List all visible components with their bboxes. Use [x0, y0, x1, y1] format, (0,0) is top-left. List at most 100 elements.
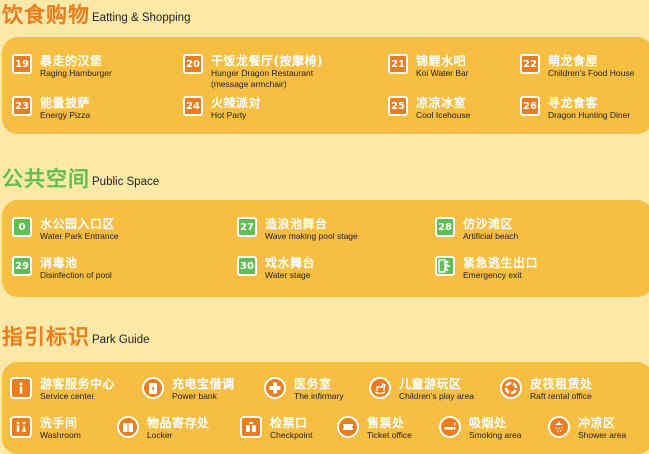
- number-badge: 20: [183, 54, 203, 74]
- dining-item-24[interactable]: 24 火辣派对 Hot Party: [183, 96, 261, 121]
- item-name-cn: 仿沙滩区: [463, 217, 514, 231]
- guide-section-title: 指引标识 Park Guide: [2, 325, 150, 349]
- item-name-en: Wave making pool stage: [265, 231, 358, 241]
- item-name-en: Checkpoint: [270, 430, 313, 440]
- public-item-27[interactable]: 27 造浪池舞台 Wave making pool stage: [237, 217, 358, 242]
- item-name-en: Washroom: [40, 430, 81, 440]
- guide-item-shower-area[interactable]: 冲凉区 Shower area: [548, 416, 626, 441]
- item-name-en: Ticket office: [367, 430, 412, 440]
- item-name-en: Children’s Food House: [548, 68, 635, 78]
- number-badge: 25: [388, 96, 408, 116]
- guide-title-cn: 指引标识: [2, 325, 90, 349]
- number-badge: 0: [12, 217, 32, 237]
- number-badge: 26: [520, 96, 540, 116]
- item-name-cn: 吸烟处: [469, 416, 507, 430]
- item-name-cn: 医务室: [294, 377, 332, 391]
- shower-icon: [548, 416, 570, 438]
- item-name-cn: 锦鲤水吧: [416, 54, 467, 68]
- first-aid-icon: [264, 377, 286, 399]
- item-name-en: Locker: [147, 430, 173, 440]
- item-name-cn: 物品寄存处: [147, 416, 210, 430]
- item-name-en: Energy Pizza: [40, 110, 91, 120]
- item-name-cn: 皮筏租赁处: [530, 377, 593, 391]
- item-name-cn: 萌龙食屋: [548, 54, 599, 68]
- item-name-en: Water stage: [265, 270, 311, 280]
- item-name-cn: 水公园入口区: [40, 217, 116, 231]
- public-item-0[interactable]: 0 水公园入口区 Water Park Entrance: [12, 217, 119, 242]
- guide-item-locker[interactable]: 物品寄存处 Locker: [117, 416, 210, 441]
- public-item-28[interactable]: 28 仿沙滩区 Artificial beach: [435, 217, 518, 242]
- item-name-en: Raft rental office: [530, 391, 592, 401]
- guide-item-infirmary[interactable]: 医务室 The infirmary: [264, 377, 344, 402]
- dining-item-19[interactable]: 19 暴走的汉堡 Raging Hamburger: [12, 54, 112, 79]
- number-badge: 28: [435, 217, 455, 237]
- item-name-en: Power bank: [172, 391, 217, 401]
- guide-item-checkpoint[interactable]: 检票口 Checkpoint: [240, 416, 313, 441]
- number-badge: 27: [237, 217, 257, 237]
- dining-section-title: 饮食购物 Eatting & Shopping: [2, 3, 190, 27]
- item-name-cn: 消毒池: [40, 256, 78, 270]
- washroom-icon: [10, 416, 32, 438]
- dining-item-20[interactable]: 20 干饭龙餐厅(按摩椅) Hunger Dragon Restaurant (me…: [183, 54, 323, 90]
- item-name-cn: 干饭龙餐厅(按摩椅): [211, 54, 323, 68]
- item-name-en: Hunger Dragon Restaurant: [211, 68, 314, 78]
- number-badge: 23: [12, 96, 32, 116]
- dining-title-cn: 饮食购物: [2, 3, 90, 27]
- number-badge: 19: [12, 54, 32, 74]
- item-name-cn: 检票口: [270, 416, 308, 430]
- dining-item-26[interactable]: 26 寻龙食客 Dragon Hunting Diner: [520, 96, 630, 121]
- item-name-en-line2: (message armchair): [211, 79, 287, 89]
- item-name-cn: 充电宝借调: [172, 377, 235, 391]
- number-badge: 21: [388, 54, 408, 74]
- info-icon: [10, 377, 32, 399]
- dining-panel: 19 暴走的汉堡 Raging Hamburger 20 干饭龙餐厅(按摩椅) Hu…: [2, 37, 649, 134]
- public-item-emergency-exit[interactable]: 紧急逃生出口 Emergency exit: [435, 256, 538, 281]
- item-name-cn: 火辣派对: [211, 96, 262, 110]
- item-name-en: Koi Water Bar: [416, 68, 469, 78]
- guide-item-service-center[interactable]: 游客服务中心 Service center: [10, 377, 115, 402]
- number-badge: 30: [237, 256, 257, 276]
- guide-item-ticket-office[interactable]: 售票处 Ticket office: [337, 416, 412, 441]
- item-name-cn: 售票处: [367, 416, 405, 430]
- item-name-cn: 洗手间: [40, 416, 78, 430]
- item-name-cn: 紧急逃生出口: [463, 256, 539, 270]
- public-item-29[interactable]: 29 消毒池 Disinfection of pool: [12, 256, 112, 281]
- checkpoint-icon: [240, 416, 262, 438]
- dining-item-25[interactable]: 25 凉凉冰室 Cool Icehouse: [388, 96, 470, 121]
- life-buoy-icon: [500, 377, 522, 399]
- guide-item-washroom[interactable]: 洗手间 Washroom: [10, 416, 81, 441]
- emergency-exit-icon: [435, 256, 455, 276]
- public-section-title: 公共空间 Public Space: [2, 167, 159, 191]
- dining-item-23[interactable]: 23 能量披萨 Energy Pizza: [12, 96, 90, 121]
- item-name-cn: 造浪池舞台: [265, 217, 328, 231]
- number-badge: 24: [183, 96, 203, 116]
- item-name-cn: 戏水舞台: [265, 256, 316, 270]
- item-name-cn: 寻龙食客: [548, 96, 599, 110]
- item-name-en: Dragon Hunting Diner: [548, 110, 631, 120]
- number-badge: 29: [12, 256, 32, 276]
- locker-icon: [117, 416, 139, 438]
- item-name-en: Service center: [40, 391, 95, 401]
- public-item-30[interactable]: 30 戏水舞台 Water stage: [237, 256, 315, 281]
- smoking-icon: [439, 416, 461, 438]
- guide-item-power-bank[interactable]: 充电宝借调 Power bank: [142, 377, 235, 402]
- dining-item-22[interactable]: 22 萌龙食屋 Children’s Food House: [520, 54, 634, 79]
- power-bank-icon: [142, 377, 164, 399]
- guide-item-raft-rental[interactable]: 皮筏租赁处 Raft rental office: [500, 377, 593, 402]
- item-name-en: Hot Party: [211, 110, 247, 120]
- item-name-cn: 凉凉冰室: [416, 96, 467, 110]
- item-name-en: Children’s play area: [399, 391, 474, 401]
- item-name-en: Emergency exit: [463, 270, 522, 280]
- item-name-cn: 儿童游玩区: [399, 377, 462, 391]
- item-name-cn: 游客服务中心: [40, 377, 116, 391]
- item-name-en: Artificial beach: [463, 231, 519, 241]
- guide-item-smoking-area[interactable]: 吸烟处 Smoking area: [439, 416, 521, 441]
- guide-item-children-play[interactable]: 儿童游玩区 Children’s play area: [369, 377, 474, 402]
- item-name-cn: 暴走的汉堡: [40, 54, 103, 68]
- item-name-en: Disinfection of pool: [40, 270, 112, 280]
- item-name-cn: 冲凉区: [578, 416, 616, 430]
- dining-item-21[interactable]: 21 锦鲤水吧 Koi Water Bar: [388, 54, 469, 79]
- dining-title-en: Eatting & Shopping: [92, 12, 191, 24]
- item-name-cn: 能量披萨: [40, 96, 91, 110]
- item-name-en: Smoking area: [469, 430, 522, 440]
